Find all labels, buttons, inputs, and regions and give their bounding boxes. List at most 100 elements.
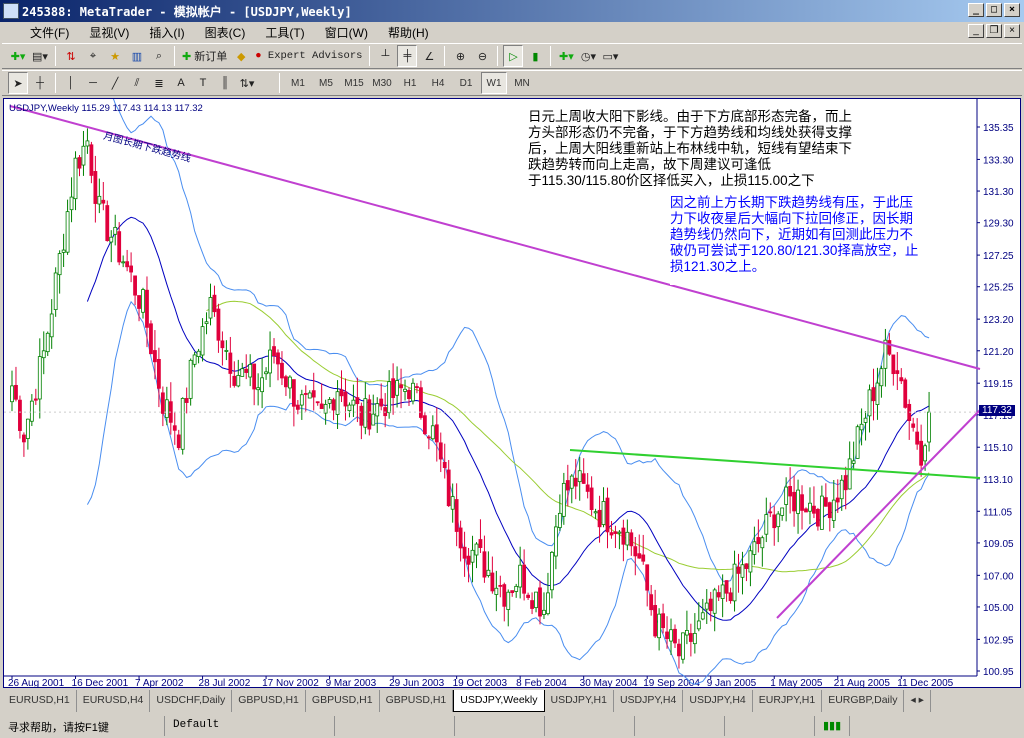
text-label-icon[interactable]: T [193,72,213,94]
menu-tools[interactable]: 工具(T) [265,24,304,41]
candle-body [33,398,38,401]
menu-view[interactable]: 显视(V) [89,24,129,41]
line-chart-icon[interactable]: ∠ [419,45,439,67]
candle-body [22,434,26,443]
indicators-icon[interactable]: ✚▾ [556,45,576,67]
candle-body [712,589,717,614]
warning-icon[interactable]: ◆ [231,45,251,67]
cursor-icon[interactable]: ➤ [8,72,28,94]
maximize-button[interactable]: □ [986,3,1002,17]
menu-charts[interactable]: 图表(C) [205,24,246,41]
chart-tab[interactable]: GBPUSD,H1 [232,690,306,712]
timeframe-mn[interactable]: MN [509,78,535,89]
candle-body [923,445,927,462]
navigator-icon[interactable]: ★ [105,45,125,67]
candle-body [379,398,384,407]
fibonacci-icon[interactable]: ≣ [149,72,169,94]
terminal-icon[interactable]: ▥ [127,45,147,67]
timeframe-m1[interactable]: M1 [285,78,311,89]
periods-icon[interactable]: ◷▾ [578,45,598,67]
timeframe-h4[interactable]: H4 [425,78,451,89]
status-profile: Default [165,716,335,736]
candle-body [720,584,725,599]
new-order-label: 新订单 [194,51,228,63]
text-icon[interactable]: A [171,72,191,94]
tab-scroll-arrows-icon[interactable]: ◂ ▸ [904,690,931,712]
candle-body [216,308,221,341]
menu-window[interactable]: 窗口(W) [325,24,368,41]
close-button[interactable]: × [1004,3,1020,17]
candle-body [891,354,896,375]
bar-chart-icon[interactable]: ┴ [375,45,395,67]
chart-tab[interactable]: EURUSD,H1 [3,690,77,712]
new-order-button[interactable]: ✚ 新订单 [180,45,229,67]
chart-tab[interactable]: GBPUSD,H1 [380,690,454,712]
candle-body [331,399,336,411]
timeframe-d1[interactable]: D1 [453,78,479,89]
candle-body [692,632,697,645]
chart-tab[interactable]: USDJPY,Weekly [453,690,545,712]
chart-tab[interactable]: EURUSD,H4 [77,690,151,712]
candle-body [180,398,185,450]
candle-body [609,532,614,536]
chart-tab[interactable]: USDJPY,H1 [545,690,614,712]
app-icon [3,3,19,19]
candle-body [284,376,288,388]
mdi-restore-button[interactable]: ❐ [986,24,1002,38]
menu-file[interactable]: 文件(F) [30,24,69,41]
trendline-icon[interactable]: ╱ [105,72,125,94]
candle-body [299,394,304,406]
chart-window[interactable]: 135.35 133.30 131.30 129.30 127.25 125.25 123.… [3,98,1021,688]
candlestick-icon[interactable]: ╪ [397,45,418,67]
mdi-close-button[interactable]: × [1004,24,1020,38]
timeframe-m30[interactable]: M30 [369,78,395,89]
data-window-icon[interactable]: ⌖ [83,45,103,67]
zoom-in-icon[interactable]: ⊕ [450,45,470,67]
candle-body [14,384,18,400]
chart-tab[interactable]: USDJPY,H4 [683,690,753,712]
horizontal-line-icon[interactable]: ─ [83,72,103,94]
chart-tab[interactable]: EURJPY,H1 [753,690,823,712]
timeframe-w1[interactable]: W1 [481,72,507,94]
period-separator-icon[interactable]: ║ [215,72,235,94]
candle-body [434,424,439,443]
candle-body [919,440,924,466]
candle-body [700,612,705,620]
zoom-out-icon[interactable]: ⊖ [472,45,492,67]
expert-advisors-button[interactable]: ● Expert Advisors [253,45,364,67]
candle-body [613,531,618,534]
candle-body [240,368,245,377]
minimize-button[interactable]: _ [968,3,984,17]
vertical-line-icon[interactable]: │ [61,72,81,94]
candle-body [748,550,753,573]
new-chart-icon[interactable]: ✚▾ [8,45,28,67]
date-tick-label: 19 Oct 2003 [453,678,508,687]
menu-insert[interactable]: 插入(I) [149,24,184,41]
autoscroll-icon[interactable]: ▷ [503,45,524,67]
chart-shift-icon[interactable]: ▮ [525,45,545,67]
timeframe-m5[interactable]: M5 [313,78,339,89]
candle-body [502,584,507,607]
chart-tab[interactable]: USDCHF,Daily [150,690,233,712]
candle-body [911,423,916,428]
candle-body [546,592,550,615]
candle-body [200,326,205,356]
templates-icon[interactable]: ▭▾ [600,45,620,67]
strategy-tester-icon[interactable]: ⌕ [149,45,169,67]
candle-body [188,359,193,399]
crosshair-icon[interactable]: ┼ [30,72,50,94]
price-tick-label: 133.30 [983,155,1014,166]
candle-body [506,591,511,610]
date-tick-label: 9 Mar 2003 [326,678,377,687]
chart-tab[interactable]: EURGBP,Daily [822,690,905,712]
chart-tab[interactable]: USDJPY,H4 [614,690,684,712]
market-watch-icon[interactable]: ⇅ [61,45,81,67]
arrows-icon[interactable]: ⇅▾ [237,72,257,94]
chart-tab[interactable]: GBPUSD,H1 [306,690,380,712]
mdi-minimize-button[interactable]: _ [968,24,984,38]
profiles-icon[interactable]: ▤▾ [30,45,50,67]
equidistant-channel-icon[interactable]: ⫽ [127,72,147,94]
timeframe-h1[interactable]: H1 [397,78,423,89]
menu-help[interactable]: 帮助(H) [388,24,429,41]
timeframe-m15[interactable]: M15 [341,78,367,89]
